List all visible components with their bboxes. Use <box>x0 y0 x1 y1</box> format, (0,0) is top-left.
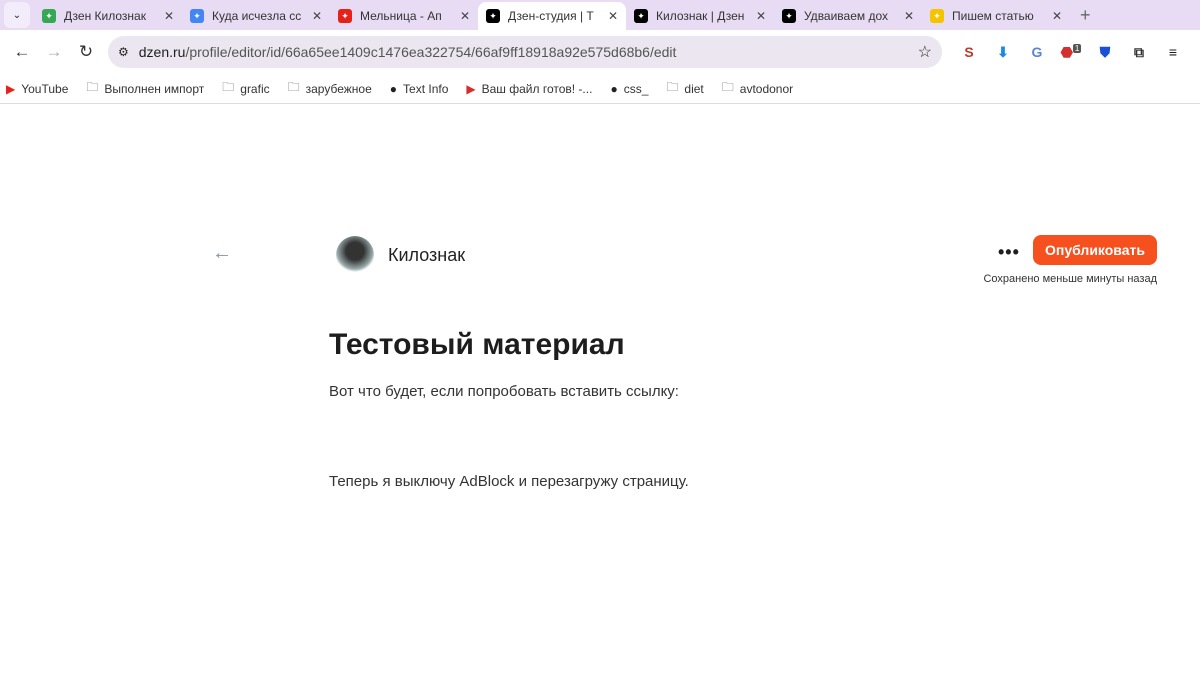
bookmark-label: Выполнен импорт <box>104 81 205 96</box>
article-paragraph[interactable]: Вот что будет, если попробовать вставить… <box>329 383 679 400</box>
bookmarks-bar: ▶ YouTube 🗀 Выполнен импорт 🗀 grafic 🗀 зарубежн… <box>0 74 1200 104</box>
seo-extension-icon[interactable]: S <box>952 44 986 61</box>
tab-strip: ⌄ ✦ Дзен Килознак ✕ ✦ Куда исчезла сс ✕ ✦ Мельн… <box>0 0 1200 30</box>
download-extension-icon[interactable]: ⬇ <box>986 44 1020 61</box>
close-tab-icon[interactable]: ✕ <box>460 9 470 23</box>
channel-name: Килознак <box>388 244 466 265</box>
new-tab-button[interactable]: + <box>1080 5 1091 26</box>
bookmark-item[interactable]: 🗀 avtodonor <box>722 78 793 99</box>
tab[interactable]: ✦ Удваиваем дох ✕ <box>774 2 922 30</box>
globe-icon: ● <box>610 81 618 96</box>
tab[interactable]: ✦ Пишем статью ✕ <box>922 2 1070 30</box>
dzen-icon: ✦ <box>634 9 648 23</box>
close-tab-icon[interactable]: ✕ <box>756 9 766 23</box>
channel-info: Килознак <box>336 236 465 274</box>
back-arrow-icon[interactable]: ← <box>212 242 232 265</box>
tab-title: Мельница - Ап <box>360 9 442 23</box>
tab-title: Удваиваем дох <box>804 9 889 23</box>
tab[interactable]: ✦ Куда исчезла сс ✕ <box>182 2 330 30</box>
close-tab-icon[interactable]: ✕ <box>312 9 322 23</box>
article-title[interactable]: Тестовый материал <box>329 328 625 362</box>
folder-icon: 🗀 <box>287 80 300 94</box>
close-tab-icon[interactable]: ✕ <box>904 9 914 23</box>
folder-icon: 🗀 <box>86 80 99 94</box>
tab-title: Дзен-студия | Т <box>508 9 594 23</box>
folder-icon: 🗀 <box>666 80 679 94</box>
translate-extension-icon[interactable]: G <box>1020 44 1054 61</box>
tab-search-button[interactable]: ⌄ <box>4 2 30 28</box>
more-options-icon[interactable]: ••• <box>998 242 1020 263</box>
tab[interactable]: ✦ Дзен Килознак ✕ <box>34 2 182 30</box>
close-tab-icon[interactable]: ✕ <box>164 9 174 23</box>
back-button[interactable]: ← <box>6 42 38 62</box>
dzen-icon: ✦ <box>782 9 796 23</box>
google-docs-icon: ✦ <box>190 9 204 23</box>
youtube-icon: ✦ <box>338 9 352 23</box>
tab-title: Килознак | Дзен <box>656 9 745 23</box>
bookmark-item[interactable]: ▶ Ваш файл готов! -... <box>466 82 592 96</box>
play-icon: ✦ <box>930 9 944 23</box>
browser-toolbar: ← → ↻ ⚙ dzen.ru/profile/editor/id/66a65e… <box>0 30 1200 74</box>
url-host: dzen.ru <box>138 44 186 60</box>
forward-button[interactable]: → <box>38 42 70 62</box>
dzen-icon: ✦ <box>486 9 500 23</box>
tab[interactable]: ✦ Дзен-студия | Т ✕ <box>478 2 626 30</box>
extension-badge: 1 <box>1072 43 1082 53</box>
tab-title: Дзен Килознак <box>64 9 146 23</box>
save-status: Сохранено меньше минуты назад <box>983 273 1157 285</box>
avatar <box>336 236 374 274</box>
bookmark-item[interactable]: 🗀 diet <box>666 78 703 99</box>
bookmark-item[interactable]: 🗀 grafic <box>222 78 269 99</box>
google-drive-icon: ✦ <box>42 9 56 23</box>
puzzle-icon[interactable]: ⧉ <box>1122 44 1156 61</box>
bookmark-item[interactable]: ● Text Info <box>390 82 449 96</box>
url-path: /profile/editor/id/66a65ee1409c1476ea322… <box>185 44 677 60</box>
bookmark-label: grafic <box>240 81 270 96</box>
video-icon: ▶ <box>466 81 476 96</box>
bookmark-label: Text Info <box>403 81 449 96</box>
bookmark-label: зарубежное <box>305 81 372 96</box>
editor-page: ← Килознак ••• Опубликовать Сохранено ме… <box>0 104 1200 675</box>
globe-icon: ● <box>389 81 398 96</box>
bookmark-label: YouTube <box>21 81 69 96</box>
reading-list-icon[interactable]: ≡ <box>1156 44 1190 60</box>
close-tab-icon[interactable]: ✕ <box>1052 9 1062 23</box>
folder-icon: 🗀 <box>721 80 734 94</box>
tab[interactable]: ✦ Мельница - Ап ✕ <box>330 2 478 30</box>
bookmark-label: Ваш файл готов! -... <box>481 81 593 96</box>
bookmark-item[interactable]: 🗀 зарубежное <box>288 78 372 99</box>
bookmark-item[interactable]: 🗀 Выполнен импорт <box>86 78 204 99</box>
bookmark-star-icon[interactable]: ☆ <box>918 42 932 62</box>
reload-button[interactable]: ↻ <box>70 42 102 62</box>
close-tab-icon[interactable]: ✕ <box>608 9 618 23</box>
site-settings-icon[interactable]: ⚙ <box>118 45 129 59</box>
tab-title: Куда исчезла сс <box>212 9 302 23</box>
publish-button[interactable]: Опубликовать <box>1033 235 1157 265</box>
shield-extension-icon[interactable]: ⛊ <box>1088 44 1122 61</box>
tab[interactable]: ✦ Килознак | Дзен ✕ <box>626 2 774 30</box>
folder-icon: 🗀 <box>222 80 235 94</box>
adblock-extension-icon[interactable]: ⬣ 1 <box>1054 44 1088 61</box>
address-bar[interactable]: ⚙ dzen.ru/profile/editor/id/66a65ee1409c… <box>108 36 942 68</box>
bookmark-item[interactable]: ▶ YouTube <box>6 82 68 96</box>
article-paragraph[interactable]: Теперь я выключу AdBlock и перезагружу с… <box>329 473 689 490</box>
bookmark-item[interactable]: ● css_ <box>610 82 648 96</box>
bookmark-label: css_ <box>623 81 649 96</box>
bookmark-label: avtodonor <box>739 81 794 96</box>
tab-title: Пишем статью <box>952 9 1034 23</box>
youtube-icon: ▶ <box>6 81 16 96</box>
bookmark-label: diet <box>684 81 704 96</box>
